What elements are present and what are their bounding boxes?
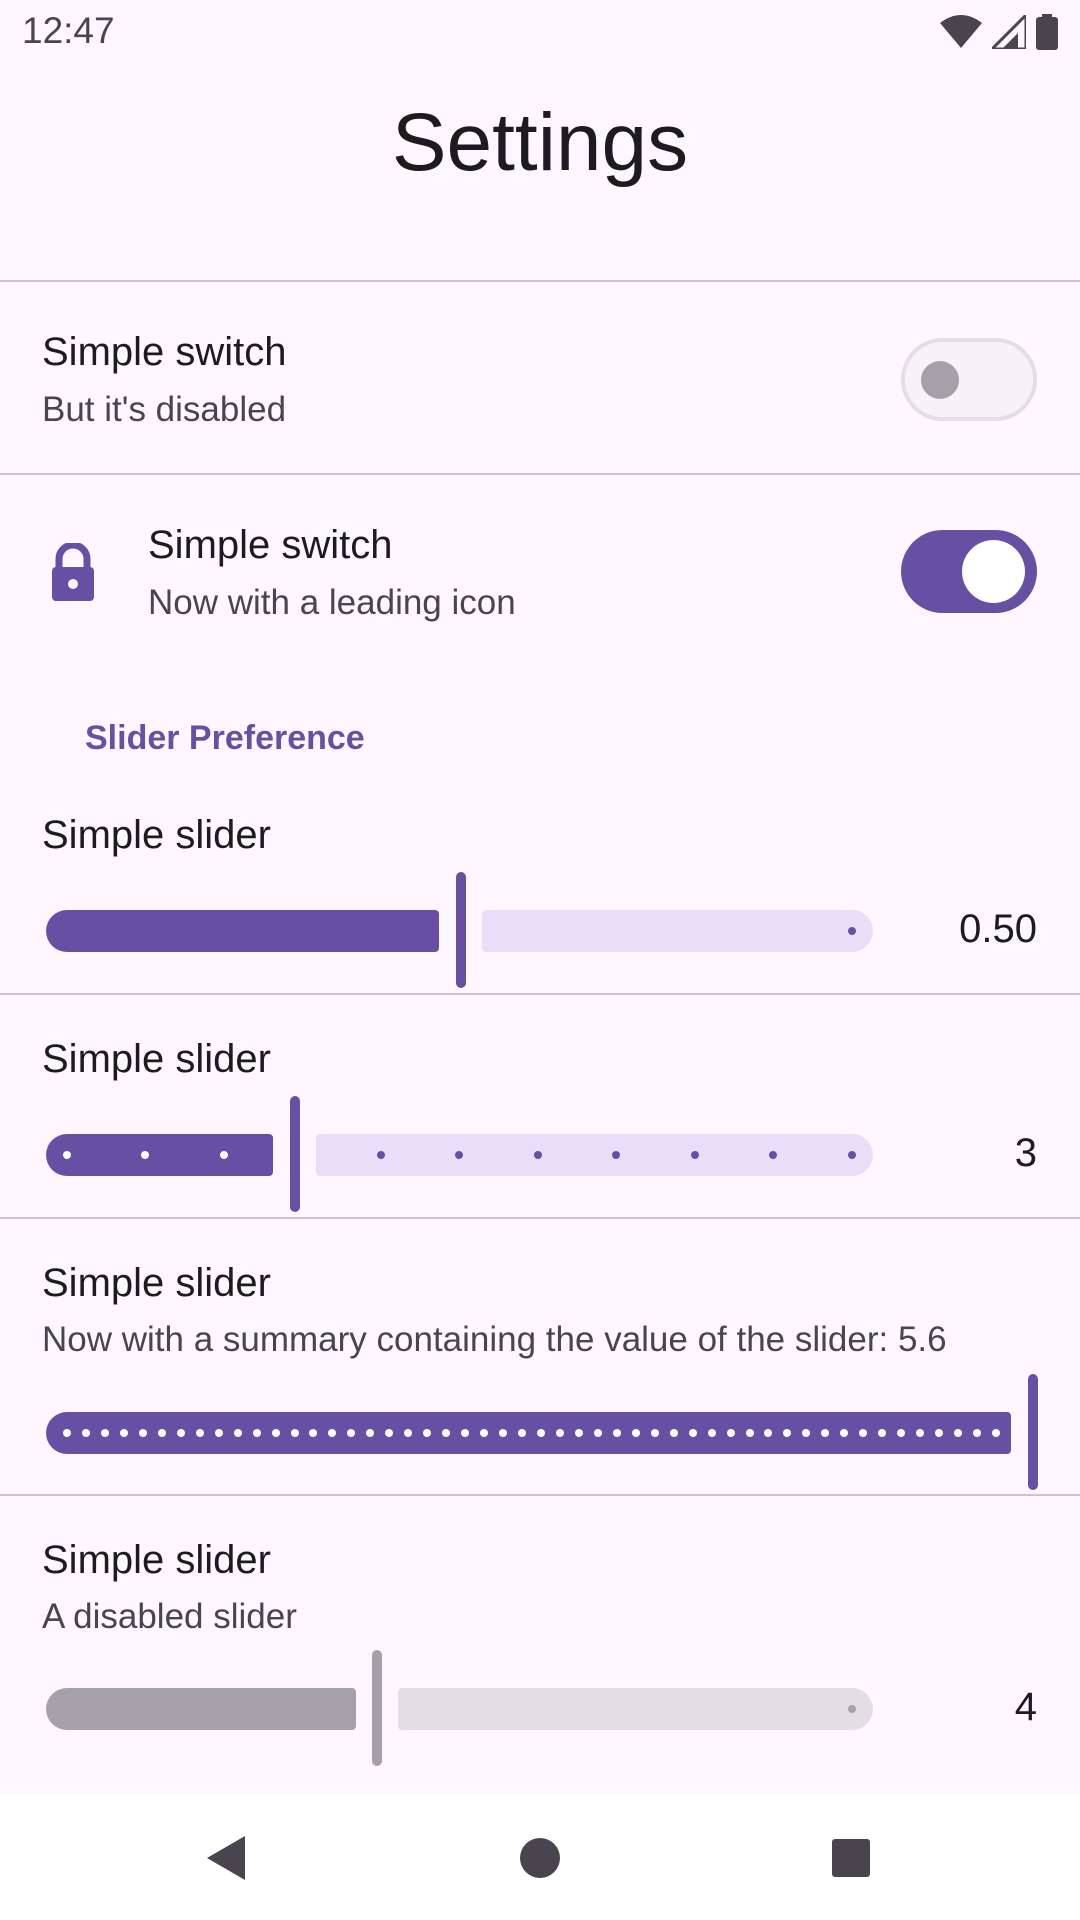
slider-value: 0.50 bbox=[959, 907, 1037, 951]
slider-tick bbox=[534, 1151, 542, 1159]
slider-value: 4 bbox=[1014, 1685, 1037, 1729]
recents-button[interactable] bbox=[823, 1830, 879, 1886]
slider-tick bbox=[973, 1429, 982, 1437]
slider-active-track bbox=[46, 1134, 273, 1176]
status-time: 12:47 bbox=[22, 10, 115, 51]
switch-thumb bbox=[962, 540, 1025, 603]
slider-inactive-track bbox=[398, 1688, 873, 1730]
slider-tick bbox=[157, 1429, 166, 1437]
divider bbox=[0, 473, 1080, 475]
back-button[interactable] bbox=[198, 1830, 254, 1886]
slider-tick bbox=[252, 1429, 261, 1437]
slider-tick bbox=[63, 1429, 71, 1437]
pref-title: Simple switch bbox=[148, 523, 393, 567]
cellular-signal-icon bbox=[992, 15, 1026, 49]
slider-tick bbox=[707, 1429, 716, 1437]
slider-tick bbox=[848, 1151, 856, 1159]
slider-tick bbox=[63, 1151, 71, 1159]
recents-icon bbox=[832, 1839, 870, 1877]
page-title: Settings bbox=[391, 97, 689, 188]
slider-active-track bbox=[46, 1688, 356, 1730]
slider-inactive-track bbox=[316, 1134, 873, 1176]
pref-title: Simple slider bbox=[42, 813, 271, 857]
slider-tick bbox=[195, 1429, 204, 1437]
divider bbox=[0, 1217, 1080, 1219]
slider-tick bbox=[769, 1151, 777, 1159]
slider-end-dot bbox=[848, 1705, 856, 1713]
toggle-switch[interactable] bbox=[901, 530, 1037, 613]
slider-tick bbox=[650, 1429, 659, 1437]
slider-handle[interactable] bbox=[456, 872, 466, 988]
slider-inactive-track bbox=[482, 910, 873, 952]
pref-title: Simple switch bbox=[42, 330, 287, 374]
home-button[interactable] bbox=[512, 1830, 568, 1886]
slider-value: 3 bbox=[1014, 1131, 1037, 1175]
slider-tick bbox=[669, 1429, 678, 1437]
pref-title: Simple slider bbox=[42, 1538, 271, 1582]
slider-tick bbox=[220, 1151, 228, 1159]
slider-tick bbox=[612, 1151, 620, 1159]
slider-tick bbox=[726, 1429, 735, 1437]
slider-tick bbox=[81, 1429, 90, 1437]
slider-tick bbox=[141, 1151, 149, 1159]
pref-summary: A disabled slider bbox=[42, 1597, 297, 1636]
pref-summary: Now with a summary containing the value … bbox=[42, 1320, 947, 1359]
pref-title: Simple slider bbox=[42, 1037, 271, 1081]
slider-tick bbox=[214, 1429, 223, 1437]
slider-tick bbox=[100, 1429, 109, 1437]
lock-icon bbox=[52, 543, 94, 601]
slider-tick bbox=[536, 1429, 545, 1437]
slider-tick bbox=[631, 1429, 640, 1437]
slider[interactable] bbox=[46, 1096, 873, 1212]
slider-tick bbox=[688, 1429, 697, 1437]
slider-end-dot bbox=[848, 927, 856, 935]
pref-title: Simple slider bbox=[42, 1261, 271, 1305]
slider-tick bbox=[745, 1429, 754, 1437]
slider-handle bbox=[372, 1650, 382, 1766]
divider bbox=[0, 993, 1080, 995]
slider-tick bbox=[455, 1151, 463, 1159]
slider-tick bbox=[992, 1429, 1000, 1437]
disabled-slider bbox=[46, 1650, 873, 1766]
slider-tick bbox=[612, 1429, 621, 1437]
wifi-icon bbox=[940, 15, 982, 48]
slider-tick bbox=[691, 1151, 699, 1159]
slider[interactable] bbox=[46, 1374, 1041, 1490]
disabled-switch bbox=[901, 338, 1037, 421]
home-icon bbox=[520, 1838, 560, 1878]
battery-icon bbox=[1036, 14, 1058, 50]
slider-tick bbox=[377, 1151, 385, 1159]
slider-tick bbox=[574, 1429, 583, 1437]
slider-tick bbox=[138, 1429, 147, 1437]
slider-tick bbox=[176, 1429, 185, 1437]
slider-active-track bbox=[46, 910, 439, 952]
back-icon bbox=[207, 1836, 245, 1880]
slider-tick bbox=[271, 1429, 280, 1437]
slider-tick bbox=[555, 1429, 564, 1437]
divider bbox=[0, 280, 1080, 282]
slider-tick bbox=[233, 1429, 242, 1437]
pref-summary: But it's disabled bbox=[42, 390, 287, 429]
slider-handle[interactable] bbox=[1028, 1374, 1038, 1490]
slider-tick bbox=[290, 1429, 299, 1437]
divider bbox=[0, 1494, 1080, 1496]
slider-tick bbox=[518, 1429, 527, 1437]
slider[interactable] bbox=[46, 872, 873, 988]
pref-summary: Now with a leading icon bbox=[148, 583, 516, 622]
switch-thumb bbox=[921, 361, 959, 399]
slider-tick bbox=[119, 1429, 128, 1437]
status-bar: 12:47 bbox=[0, 0, 1080, 64]
navigation-bar bbox=[0, 1794, 1080, 1920]
slider-tick bbox=[593, 1429, 602, 1437]
slider-handle[interactable] bbox=[290, 1096, 300, 1212]
slider-tick bbox=[499, 1429, 508, 1437]
section-header: Slider Preference bbox=[85, 719, 365, 757]
